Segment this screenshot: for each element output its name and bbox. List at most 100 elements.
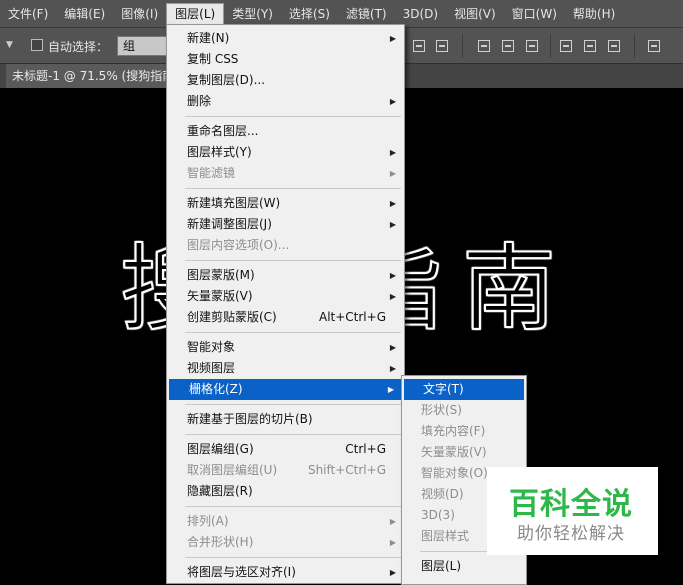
menu-item-label: 矢量蒙版(V) (187, 289, 253, 303)
menu-item-label: 图层编组(G) (187, 442, 254, 456)
watermark-title: 百科全说 (509, 487, 633, 522)
submenu-arrow-icon: ▶ (389, 148, 396, 157)
menu-item[interactable]: 新建填充图层(W) ▶ (167, 193, 404, 214)
menubar-item[interactable]: 类型(Y) (224, 3, 281, 25)
menu-separator (185, 557, 401, 558)
menu-separator (185, 404, 401, 405)
menu-item[interactable]: 取消图层编组(U) Shift+Ctrl+G (167, 460, 404, 481)
menu-item[interactable]: 删除 ▶ (167, 91, 404, 112)
menu-item-label: 复制 CSS (187, 52, 239, 66)
menu-item-label: 智能对象 (187, 340, 236, 354)
submenu-arrow-icon: ▶ (387, 385, 394, 394)
toolbar-divider (634, 34, 635, 58)
submenu-arrow-icon: ▶ (389, 220, 396, 229)
menubar-item[interactable]: 图层(L) (166, 2, 225, 25)
distribute-top-icon[interactable] (478, 40, 490, 52)
menu-item-label: 隐藏图层(R) (187, 484, 253, 498)
menu-item[interactable]: 新建(N) ▶ (167, 28, 404, 49)
auto-select-checkbox[interactable] (31, 39, 43, 51)
distribute-right-icon[interactable] (608, 40, 620, 52)
submenu-item-label: 智能对象(O) (421, 466, 488, 480)
menu-item[interactable]: 智能对象 ▶ (167, 337, 404, 358)
menu-item-shortcut: Shift+Ctrl+G (307, 463, 386, 477)
submenu-item-label: 视频(D) (421, 487, 464, 501)
menu-item-label: 复制图层(D)... (187, 73, 266, 87)
submenu-arrow-icon: ▶ (389, 292, 396, 301)
menubar-item[interactable]: 视图(V) (446, 3, 504, 25)
menu-separator (185, 506, 401, 507)
menu-item[interactable]: 创建剪贴蒙版(C) Alt+Ctrl+G (167, 307, 404, 328)
menu-separator (185, 188, 401, 189)
menu-item[interactable]: 复制图层(D)... (167, 70, 404, 91)
menu-item[interactable]: 图层编组(G) Ctrl+G (167, 439, 404, 460)
menu-item[interactable]: 新建基于图层的切片(B) (167, 409, 404, 430)
submenu-arrow-icon: ▶ (389, 199, 396, 208)
menu-item[interactable]: 图层蒙版(M) ▶ (167, 265, 404, 286)
distribute-bottom-icon[interactable] (526, 40, 538, 52)
menu-item[interactable]: 复制 CSS (167, 49, 404, 70)
submenu-item-label: 填充内容(F) (421, 424, 486, 438)
submenu-arrow-icon: ▶ (389, 169, 396, 178)
submenu-arrow-icon: ▶ (389, 364, 396, 373)
toolbar-divider (462, 34, 463, 58)
menu-separator (185, 332, 401, 333)
menubar-item[interactable]: 3D(D) (395, 3, 446, 25)
menubar-item[interactable]: 滤镜(T) (338, 3, 395, 25)
auto-select-label: 自动选择： (48, 40, 109, 54)
watermark-logo: 百科全说 助你轻松解决 (487, 467, 658, 555)
menu-item[interactable]: 智能滤镜 ▶ (167, 163, 404, 184)
submenu-item-label: 文字(T) (423, 382, 464, 396)
submenu-arrow-icon: ▶ (389, 538, 396, 547)
menu-item-label: 合并形状(H) (187, 535, 254, 549)
menu-item-label: 图层内容选项(O)... (187, 238, 290, 252)
layer-menu: 新建(N) ▶ 复制 CSS 复制图层(D)... 删除 ▶ 重命名图层... 图层样式(Y)… (166, 24, 405, 584)
menu-item[interactable]: 隐藏图层(R) (167, 481, 404, 502)
chevron-down-icon[interactable]: ▼ (6, 40, 13, 50)
menu-item-label: 排列(A) (187, 514, 229, 528)
submenu-item-label: 形状(S) (421, 403, 462, 417)
submenu-item[interactable]: 文字(T) (404, 379, 524, 400)
submenu-item-label: 图层(L) (421, 559, 462, 573)
align-bottom-icon[interactable] (436, 40, 448, 52)
menu-item[interactable]: 栅格化(Z) ▶ (169, 379, 402, 400)
distribute-hcenter-icon[interactable] (584, 40, 596, 52)
menu-item[interactable]: 将图层与选区对齐(I) ▶ (167, 562, 404, 583)
menu-item-label: 删除 (187, 94, 212, 108)
menu-item[interactable]: 合并形状(H) ▶ (167, 532, 404, 553)
submenu-arrow-icon: ▶ (389, 34, 396, 43)
menubar-item[interactable]: 选择(S) (281, 3, 338, 25)
menu-item[interactable]: 重命名图层... (167, 121, 404, 142)
submenu-arrow-icon: ▶ (389, 271, 396, 280)
distribute-left-icon[interactable] (560, 40, 572, 52)
submenu-item[interactable]: 矢量蒙版(V) (402, 442, 526, 463)
menu-item[interactable]: 图层样式(Y) ▶ (167, 142, 404, 163)
menu-item-label: 取消图层编组(U) (187, 463, 278, 477)
menubar-item[interactable]: 帮助(H) (565, 3, 623, 25)
submenu-item-label: 图层样式 (421, 529, 470, 543)
menu-item-label: 新建调整图层(J) (187, 217, 272, 231)
menu-item[interactable]: 新建调整图层(J) ▶ (167, 214, 404, 235)
document-tab[interactable]: 未标题-1 @ 71.5% (搜狗指南 (6, 64, 181, 88)
menu-item[interactable]: 图层内容选项(O)... (167, 235, 404, 256)
menu-item[interactable]: 视频图层 ▶ (167, 358, 404, 379)
toolbar-divider (550, 34, 551, 58)
align-top-icon[interactable] (413, 40, 425, 52)
menubar-item[interactable]: 编辑(E) (56, 3, 113, 25)
submenu-item[interactable]: 形状(S) (402, 400, 526, 421)
menubar-item[interactable]: 图像(I) (113, 3, 166, 25)
menu-item-label: 创建剪贴蒙版(C) (187, 310, 277, 324)
menu-item[interactable]: 矢量蒙版(V) ▶ (167, 286, 404, 307)
menu-item-shortcut: Ctrl+G (345, 442, 386, 456)
menu-item-label: 重命名图层... (187, 124, 259, 138)
menubar-item[interactable]: 窗口(W) (504, 3, 565, 25)
watermark-subtitle: 助你轻松解决 (517, 524, 625, 544)
auto-align-icon[interactable] (648, 40, 660, 52)
menu-item-label: 智能滤镜 (187, 166, 236, 180)
submenu-item[interactable]: 图层(L) (402, 556, 526, 577)
menu-item[interactable]: 排列(A) ▶ (167, 511, 404, 532)
distribute-vcenter-icon[interactable] (502, 40, 514, 52)
submenu-arrow-icon: ▶ (389, 97, 396, 106)
menu-item-label: 新建(N) (187, 31, 230, 45)
submenu-item[interactable]: 填充内容(F) (402, 421, 526, 442)
menubar-item[interactable]: 文件(F) (0, 3, 56, 25)
